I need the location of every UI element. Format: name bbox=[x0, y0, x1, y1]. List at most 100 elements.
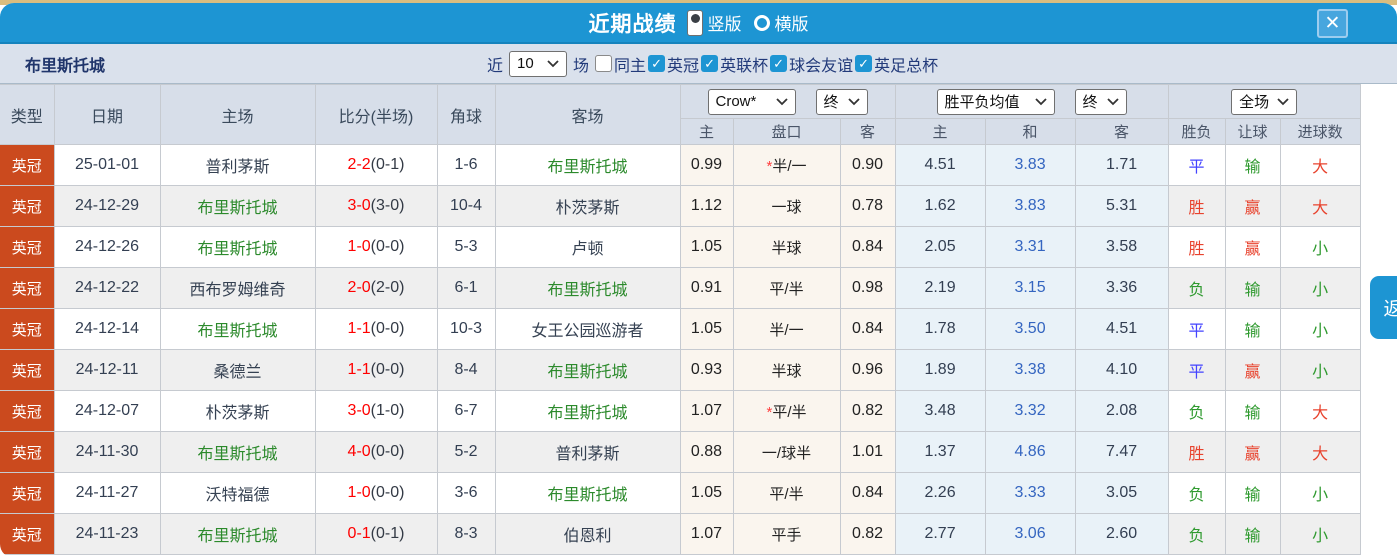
home-team-cell[interactable]: 普利茅斯 bbox=[160, 145, 315, 186]
checked-checkbox-icon[interactable]: ✓ bbox=[770, 55, 787, 72]
home-team-cell[interactable]: 西布罗姆维奇 bbox=[160, 268, 315, 309]
handicap-result-cell: 输 bbox=[1225, 473, 1280, 514]
filter-checkbox-item[interactable]: ✓球会友谊 bbox=[770, 52, 853, 76]
handicap-away-odds: 0.90 bbox=[840, 145, 895, 186]
avg-draw-odds: 3.06 bbox=[985, 514, 1075, 555]
handicap-selector-group: Crow* 终 bbox=[680, 85, 895, 119]
home-team-cell[interactable]: 布里斯托城 bbox=[160, 432, 315, 473]
live-star-icon: * bbox=[766, 158, 772, 175]
side-tab-button[interactable]: 返 bbox=[1370, 276, 1397, 339]
checked-checkbox-icon[interactable]: ✓ bbox=[701, 55, 718, 72]
corners-cell: 1-6 bbox=[437, 145, 495, 186]
goals-result-cell: 小 bbox=[1280, 227, 1360, 268]
odds-time-select[interactable]: 终 bbox=[816, 89, 868, 115]
home-team-cell[interactable]: 布里斯托城 bbox=[160, 227, 315, 268]
avg-away-odds: 1.71 bbox=[1075, 145, 1168, 186]
result-cell: 平 bbox=[1168, 350, 1225, 391]
away-team-cell[interactable]: 女王公园巡游者 bbox=[495, 309, 680, 350]
away-team-cell[interactable]: 伯恩利 bbox=[495, 514, 680, 555]
avg-home-odds: 2.05 bbox=[895, 227, 985, 268]
score-cell: 2-0(2-0) bbox=[315, 268, 437, 309]
handicap-home-odds: 0.91 bbox=[680, 268, 733, 309]
avg-time-select[interactable]: 终 bbox=[1075, 89, 1127, 115]
date-cell: 24-12-11 bbox=[54, 350, 160, 391]
table-row: 英冠24-11-30布里斯托城4-0(0-0)5-2普利茅斯0.88一/球半1.… bbox=[0, 432, 1360, 473]
filter-checkbox-item[interactable]: ✓英足总杯 bbox=[855, 52, 938, 76]
modal-title: 近期战绩 bbox=[589, 8, 677, 38]
scope-select[interactable]: 全场 bbox=[1231, 89, 1297, 115]
view-mode-label: 竖版 bbox=[708, 10, 742, 35]
home-team-cell[interactable]: 沃特福德 bbox=[160, 473, 315, 514]
col-header-corners: 角球 bbox=[437, 85, 495, 145]
handicap-home-odds: 1.05 bbox=[680, 309, 733, 350]
home-team-cell[interactable]: 布里斯托城 bbox=[160, 514, 315, 555]
view-mode-option[interactable]: 竖版 bbox=[687, 10, 742, 36]
close-icon[interactable]: ✕ bbox=[1317, 9, 1348, 38]
goals-result-cell: 大 bbox=[1280, 391, 1360, 432]
away-team-cell[interactable]: 布里斯托城 bbox=[495, 145, 680, 186]
league-badge: 英冠 bbox=[0, 186, 54, 227]
avg-draw-odds: 3.50 bbox=[985, 309, 1075, 350]
odds-company-select[interactable]: Crow* bbox=[708, 89, 796, 115]
away-team-cell[interactable]: 普利茅斯 bbox=[495, 432, 680, 473]
checked-checkbox-icon[interactable]: ✓ bbox=[855, 55, 872, 72]
handicap-away-odds: 0.78 bbox=[840, 186, 895, 227]
home-team-cell[interactable]: 桑德兰 bbox=[160, 350, 315, 391]
handicap-line: 平/半 bbox=[733, 268, 840, 309]
view-mode-option[interactable]: 横版 bbox=[754, 10, 809, 35]
sub-header-goals: 进球数 bbox=[1280, 119, 1360, 145]
filter-controls: 近 10 场 同主✓英冠✓英联杯✓球会友谊✓英足总杯 bbox=[487, 51, 938, 77]
away-team-cell[interactable]: 布里斯托城 bbox=[495, 350, 680, 391]
view-mode-radios: 竖版 横版 bbox=[687, 10, 809, 36]
odds-company-value: Crow* bbox=[716, 93, 757, 110]
handicap-away-odds: 0.84 bbox=[840, 227, 895, 268]
score-cell: 3-0(3-0) bbox=[315, 186, 437, 227]
home-team-cell[interactable]: 布里斯托城 bbox=[160, 186, 315, 227]
avg-away-odds: 2.60 bbox=[1075, 514, 1168, 555]
avg-home-odds: 4.51 bbox=[895, 145, 985, 186]
home-team-cell[interactable]: 朴茨茅斯 bbox=[160, 391, 315, 432]
league-badge: 英冠 bbox=[0, 391, 54, 432]
away-team-cell[interactable]: 朴茨茅斯 bbox=[495, 186, 680, 227]
away-team-cell[interactable]: 布里斯托城 bbox=[495, 391, 680, 432]
handicap-line: 半球 bbox=[733, 227, 840, 268]
filter-checkbox-item[interactable]: 同主 bbox=[595, 52, 646, 76]
result-cell: 负 bbox=[1168, 514, 1225, 555]
handicap-result-cell: 输 bbox=[1225, 268, 1280, 309]
corners-cell: 8-3 bbox=[437, 514, 495, 555]
league-badge: 英冠 bbox=[0, 432, 54, 473]
table-row: 英冠24-12-26布里斯托城1-0(0-0)5-3卢顿1.05半球0.842.… bbox=[0, 227, 1360, 268]
avg-draw-odds: 3.83 bbox=[985, 145, 1075, 186]
corners-cell: 3-6 bbox=[437, 473, 495, 514]
filter-checkbox-item[interactable]: ✓英联杯 bbox=[701, 52, 768, 76]
corners-cell: 8-4 bbox=[437, 350, 495, 391]
handicap-line: 一球 bbox=[733, 186, 840, 227]
filter-bar: 布里斯托城 近 10 场 同主✓英冠✓英联杯✓球会友谊✓英足总杯 bbox=[0, 44, 1397, 84]
goals-result-cell: 小 bbox=[1280, 473, 1360, 514]
avg-home-odds: 1.89 bbox=[895, 350, 985, 391]
avg-away-odds: 2.08 bbox=[1075, 391, 1168, 432]
goals-result-cell: 大 bbox=[1280, 432, 1360, 473]
home-team-cell[interactable]: 布里斯托城 bbox=[160, 309, 315, 350]
radio-icon[interactable] bbox=[687, 10, 703, 36]
checkbox-label: 英冠 bbox=[667, 52, 699, 76]
odds-time-value: 终 bbox=[824, 91, 839, 112]
sub-header-avg-home: 主 bbox=[895, 119, 985, 145]
away-team-cell[interactable]: 布里斯托城 bbox=[495, 473, 680, 514]
result-cell: 胜 bbox=[1168, 432, 1225, 473]
team-name: 布里斯托城 bbox=[25, 52, 105, 76]
checked-checkbox-icon[interactable]: ✓ bbox=[648, 55, 665, 72]
away-team-cell[interactable]: 布里斯托城 bbox=[495, 268, 680, 309]
table-row: 英冠24-12-11桑德兰1-1(0-0)8-4布里斯托城0.93半球0.961… bbox=[0, 350, 1360, 391]
match-count-select[interactable]: 10 bbox=[509, 51, 567, 77]
radio-icon[interactable] bbox=[754, 15, 770, 31]
avg-odds-select[interactable]: 胜平负均值 bbox=[937, 89, 1055, 115]
unchecked-checkbox-icon[interactable] bbox=[595, 55, 612, 72]
result-cell: 平 bbox=[1168, 309, 1225, 350]
filter-checkbox-item[interactable]: ✓英冠 bbox=[648, 52, 699, 76]
avg-draw-odds: 3.32 bbox=[985, 391, 1075, 432]
col-header-date: 日期 bbox=[54, 85, 160, 145]
away-team-cell[interactable]: 卢顿 bbox=[495, 227, 680, 268]
avg-draw-odds: 4.86 bbox=[985, 432, 1075, 473]
view-mode-label: 横版 bbox=[775, 10, 809, 35]
